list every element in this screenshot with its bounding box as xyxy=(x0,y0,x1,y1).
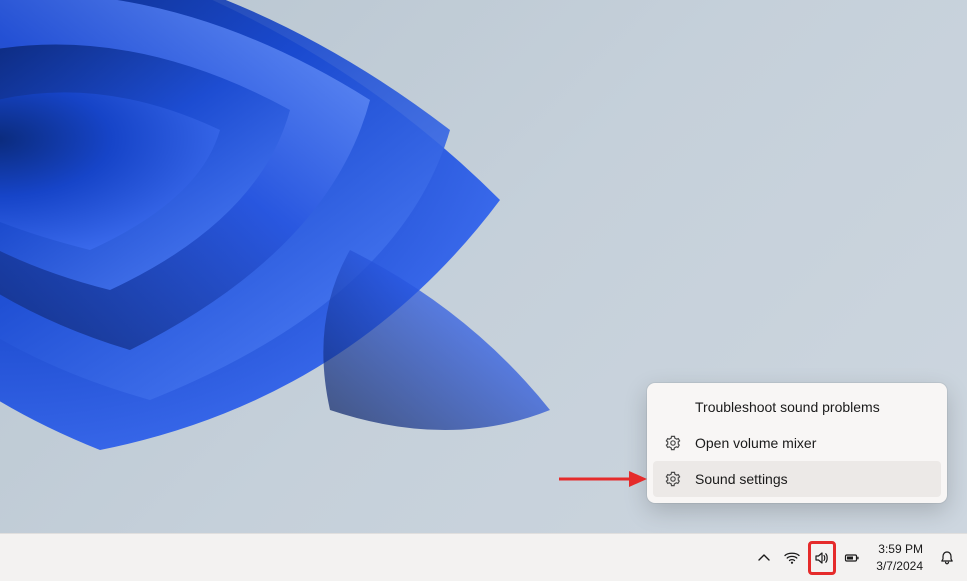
chevron-up-icon xyxy=(756,550,772,566)
gear-icon xyxy=(665,471,681,487)
bell-icon xyxy=(939,550,955,566)
wifi-icon xyxy=(784,550,800,566)
clock-date: 3/7/2024 xyxy=(876,558,923,574)
menu-item-troubleshoot[interactable]: Troubleshoot sound problems xyxy=(653,389,941,425)
wallpaper-bloom xyxy=(0,0,650,533)
menu-item-volume-mixer[interactable]: Open volume mixer xyxy=(653,425,941,461)
menu-item-sound-settings[interactable]: Sound settings xyxy=(653,461,941,497)
menu-item-label: Sound settings xyxy=(695,471,788,487)
taskbar-clock[interactable]: 3:59 PM 3/7/2024 xyxy=(868,538,931,578)
wifi-button[interactable] xyxy=(780,538,804,578)
volume-icon xyxy=(814,550,830,566)
gear-icon xyxy=(665,435,681,451)
volume-button[interactable] xyxy=(808,541,836,575)
taskbar: 3:59 PM 3/7/2024 xyxy=(0,533,967,581)
notifications-button[interactable] xyxy=(935,538,959,578)
menu-item-label: Open volume mixer xyxy=(695,435,816,451)
system-tray: 3:59 PM 3/7/2024 xyxy=(752,538,959,578)
menu-item-label: Troubleshoot sound problems xyxy=(695,399,880,415)
battery-button[interactable] xyxy=(840,538,864,578)
clock-time: 3:59 PM xyxy=(878,541,923,557)
sound-context-menu: Troubleshoot sound problems Open volume … xyxy=(647,383,947,503)
tray-overflow-button[interactable] xyxy=(752,538,776,578)
desktop: Troubleshoot sound problems Open volume … xyxy=(0,0,967,581)
battery-icon xyxy=(844,550,860,566)
